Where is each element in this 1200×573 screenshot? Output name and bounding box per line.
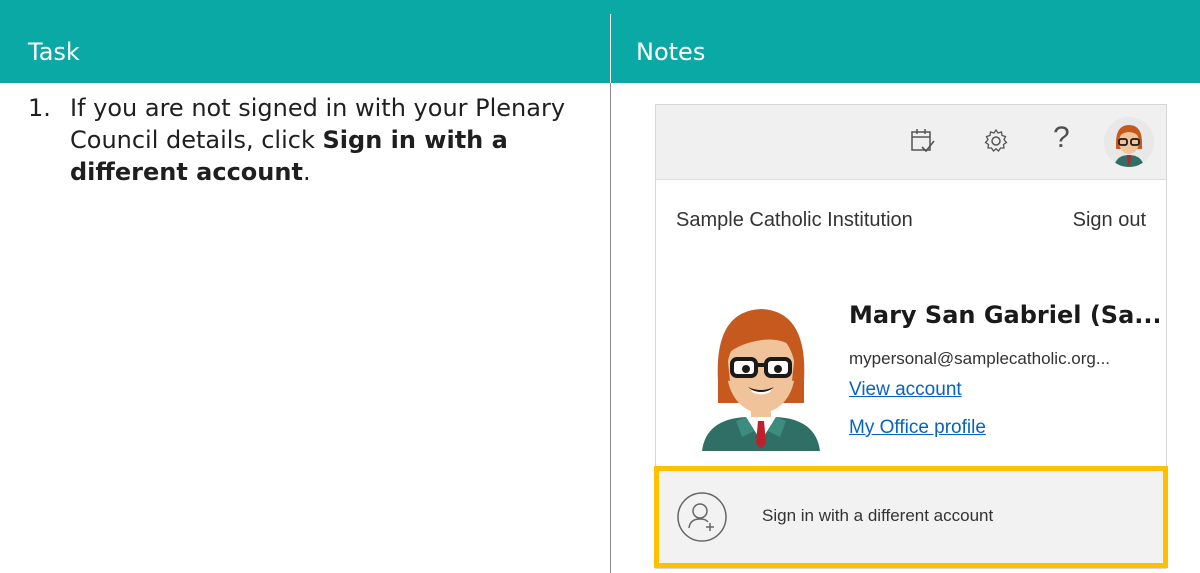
- table-header-row: [0, 0, 1200, 83]
- step-instruction: If you are not signed in with your Plena…: [70, 92, 610, 188]
- step-number: 1.: [28, 94, 51, 122]
- step-text-after: .: [302, 158, 311, 186]
- settings-gear-icon[interactable]: [982, 127, 1010, 159]
- highlight-box: [654, 466, 1168, 568]
- view-account-link[interactable]: View account: [849, 379, 962, 401]
- user-display-name: Mary San Gabriel (Sa...: [849, 301, 1159, 329]
- sign-out-link[interactable]: Sign out: [1073, 209, 1146, 232]
- office-profile-link[interactable]: My Office profile: [849, 417, 986, 439]
- organization-name: Sample Catholic Institution: [676, 209, 913, 231]
- user-avatar[interactable]: [1104, 117, 1154, 167]
- help-question-icon[interactable]: ?: [1053, 121, 1070, 155]
- profile-picture: [696, 291, 826, 451]
- task-column-header: Task: [28, 38, 80, 66]
- column-divider: [610, 83, 611, 573]
- header-column-divider: [610, 14, 611, 83]
- office-toolbar: ?: [656, 105, 1166, 180]
- notes-column-header: Notes: [636, 38, 706, 66]
- calendar-check-icon[interactable]: [910, 127, 936, 159]
- user-email: mypersonal@samplecatholic.org...: [849, 349, 1111, 368]
